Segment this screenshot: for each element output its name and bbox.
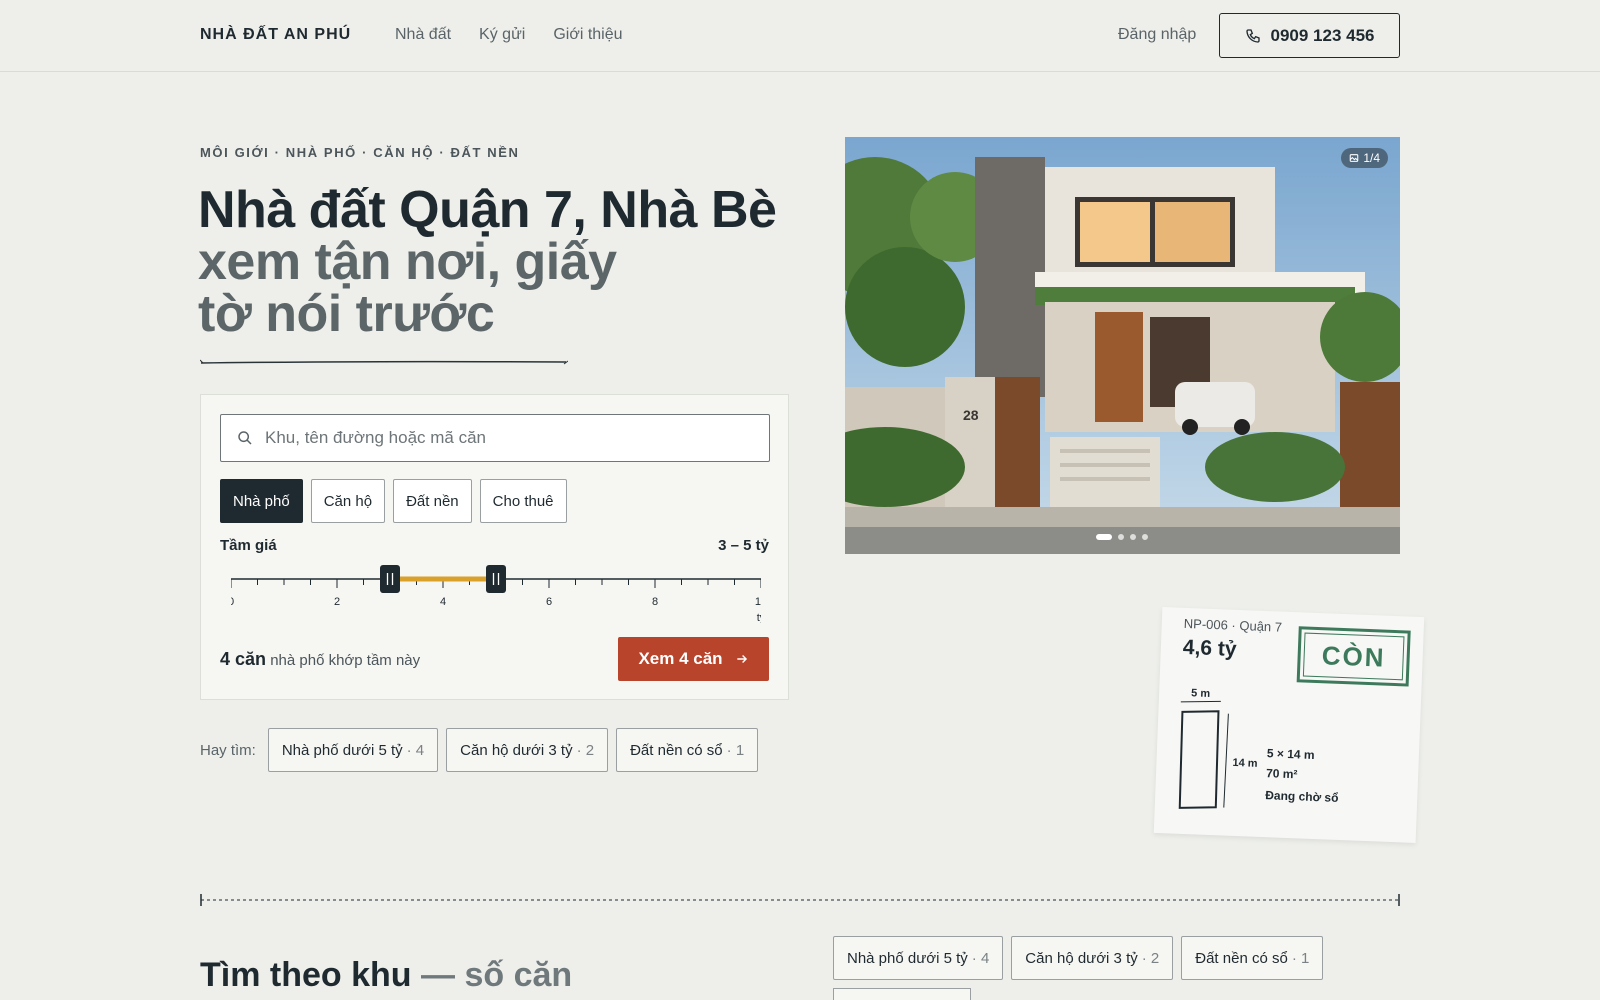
section-chip-partial[interactable] bbox=[833, 988, 971, 1000]
house-illustration: 28 bbox=[845, 137, 1400, 554]
search-box[interactable] bbox=[220, 414, 770, 462]
section-chip-count: · 2 bbox=[1141, 949, 1160, 967]
search-icon bbox=[238, 431, 252, 445]
section-chip-label: Nhà phố dưới 5 tỷ bbox=[847, 949, 968, 967]
arrow-right-icon bbox=[736, 655, 747, 663]
carousel-dot[interactable] bbox=[1096, 534, 1112, 540]
filter-townhouse[interactable]: Nhà phố bbox=[220, 479, 303, 523]
carousel-dot[interactable] bbox=[1142, 534, 1148, 540]
listing-card[interactable]: NP-006 · Quận 7 4,6 tỷ CÒN 5 m 14 m 5 × … bbox=[1153, 607, 1425, 843]
price-range-slider[interactable]: 0 2 4 6 8 10 tỷ bbox=[231, 563, 761, 623]
carousel-dot[interactable] bbox=[1118, 534, 1124, 540]
slider-tick-label: 8 bbox=[652, 596, 658, 608]
headline-line-2: xem tận nơi, giấy tờ nói trước bbox=[198, 233, 617, 343]
phone-button[interactable]: 0909 123 456 bbox=[1219, 13, 1400, 58]
floor-plan-sketch: 5 m 14 m bbox=[1178, 687, 1258, 809]
quick-search-label-text: Đất nền có sổ bbox=[630, 741, 723, 759]
house-number: 28 bbox=[963, 407, 979, 423]
quick-search-label: Hay tìm: bbox=[200, 741, 256, 759]
quick-search-label-text: Nhà phố dưới 5 tỷ bbox=[281, 741, 403, 759]
availability-stamp: CÒN bbox=[1296, 626, 1411, 687]
result-count: 4 căn bbox=[220, 649, 267, 669]
listing-legal-status: Đang chờ sổ bbox=[1265, 788, 1339, 805]
listing-code: NP-006 · Quận 7 bbox=[1183, 615, 1283, 635]
slider-tick-label: 0 bbox=[231, 596, 234, 608]
site-header: NHÀ ĐẤT AN PHÚ Nhà đất Ký gửi Giới thiệu… bbox=[0, 0, 1600, 72]
slider-tick-label: 2 bbox=[334, 596, 340, 608]
quick-search-apartment[interactable]: Căn hộ dưới 3 tỷ · 2 bbox=[446, 728, 609, 772]
headline-line-1: Nhà đất Quận 7, Nhà Bè bbox=[198, 181, 777, 239]
section-title-main: Tìm theo khu bbox=[200, 956, 412, 994]
search-card: Nhà phố Căn hộ Đất nền Cho thuê Tầm giá … bbox=[200, 394, 789, 700]
slider-handle-min[interactable] bbox=[380, 565, 400, 593]
slider-handle-max[interactable] bbox=[486, 565, 506, 593]
filter-land[interactable]: Đất nền bbox=[393, 479, 472, 523]
slider-tick-label: 4 bbox=[440, 596, 446, 608]
hero-eyebrow: MÔI GIỚI · NHÀ PHỐ · CĂN HỘ · ĐẤT NỀN bbox=[200, 145, 520, 160]
filter-rent[interactable]: Cho thuê bbox=[479, 479, 567, 523]
section-chip-label: Căn hộ dưới 3 tỷ bbox=[1025, 949, 1138, 967]
listing-price: 4,6 tỷ bbox=[1182, 635, 1238, 661]
phone-icon bbox=[1245, 28, 1260, 43]
photo-counter: 1/4 bbox=[1341, 148, 1388, 168]
property-type-filters: Nhà phố Căn hộ Đất nền Cho thuê bbox=[220, 479, 567, 523]
price-label: Tầm giá bbox=[220, 537, 277, 554]
photo-counter-text: 1/4 bbox=[1363, 151, 1380, 165]
quick-search-count: · 4 bbox=[406, 741, 425, 759]
result-text: nhà phố khớp tầm này bbox=[270, 652, 421, 669]
section-chip-count: · 4 bbox=[971, 949, 990, 967]
section-divider bbox=[200, 894, 1400, 906]
section-chip-row: Nhà phố dưới 5 tỷ · 4 Căn hộ dưới 3 tỷ ·… bbox=[833, 936, 1324, 980]
nav-link-real-estate[interactable]: Nhà đất bbox=[395, 26, 451, 44]
carousel-dots bbox=[1096, 534, 1148, 540]
slider-tick-label: 6 bbox=[546, 596, 552, 608]
image-icon bbox=[1350, 154, 1359, 162]
quick-search-row: Hay tìm: Nhà phố dưới 5 tỷ · 4 Căn hộ dư… bbox=[200, 728, 759, 772]
nav-link-consign[interactable]: Ký gửi bbox=[479, 26, 525, 44]
quick-search-townhouse[interactable]: Nhà phố dưới 5 tỷ · 4 bbox=[267, 728, 439, 772]
listing-area: 70 m² bbox=[1265, 766, 1298, 782]
view-results-label: Xem 4 căn bbox=[638, 649, 723, 668]
section-chip-apartment[interactable]: Căn hộ dưới 3 tỷ · 2 bbox=[1011, 936, 1174, 980]
nav-link-about[interactable]: Giới thiệu bbox=[553, 26, 622, 44]
section-chip-land[interactable]: Đất nền có sổ · 1 bbox=[1181, 936, 1324, 980]
headline-underline bbox=[200, 359, 568, 365]
section-title: Tìm theo khu — số căn bbox=[200, 956, 572, 995]
filter-apartment[interactable]: Căn hộ bbox=[310, 479, 386, 523]
carousel-dot[interactable] bbox=[1130, 534, 1136, 540]
view-results-button[interactable]: Xem 4 căn bbox=[618, 637, 769, 681]
property-photo[interactable]: 28 1/4 bbox=[845, 137, 1400, 554]
section-title-muted: — số căn bbox=[421, 956, 573, 994]
quick-search-label-text: Căn hộ dưới 3 tỷ bbox=[460, 741, 573, 759]
slider-unit-label: tỷ bbox=[757, 612, 761, 623]
hero-headline: Nhà đất Quận 7, Nhà Bè xem tận nơi, giấy… bbox=[198, 184, 798, 340]
result-summary: 4 căn nhà phố khớp tầm này bbox=[220, 649, 420, 670]
quick-search-count: · 1 bbox=[726, 741, 745, 759]
plan-depth-label: 14 m bbox=[1232, 757, 1258, 770]
search-input[interactable] bbox=[265, 428, 745, 448]
phone-number: 0909 123 456 bbox=[1270, 25, 1375, 45]
slider-tick-label: 10 bbox=[755, 596, 761, 608]
login-link[interactable]: Đăng nhập bbox=[1118, 26, 1196, 44]
price-value: 3 – 5 tỷ bbox=[718, 537, 769, 554]
plan-width-label: 5 m bbox=[1191, 687, 1211, 700]
quick-search-land[interactable]: Đất nền có sổ · 1 bbox=[616, 728, 759, 772]
section-chip-count: · 1 bbox=[1291, 949, 1310, 967]
main-nav: Nhà đất Ký gửi Giới thiệu bbox=[395, 26, 623, 44]
brand-logo[interactable]: NHÀ ĐẤT AN PHÚ bbox=[200, 26, 351, 44]
quick-search-count: · 2 bbox=[576, 741, 595, 759]
section-chip-townhouse[interactable]: Nhà phố dưới 5 tỷ · 4 bbox=[833, 936, 1004, 980]
section-chip-label: Đất nền có sổ bbox=[1195, 949, 1288, 967]
listing-dimensions: 5 × 14 m bbox=[1266, 746, 1315, 762]
